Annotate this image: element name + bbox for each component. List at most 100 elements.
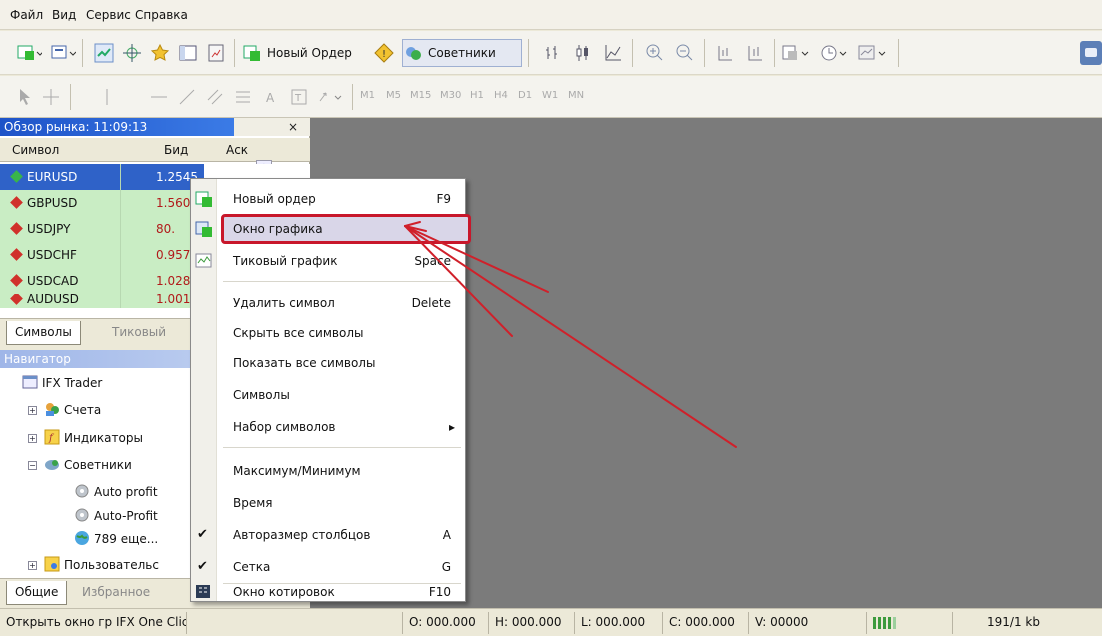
metaeditor-button[interactable]: ! — [372, 41, 396, 65]
menu-item-tick-chart[interactable]: Тиковый график Space — [191, 247, 465, 275]
collapse-icon[interactable]: − — [28, 461, 37, 470]
menu-item-label: Максимум/Минимум — [233, 464, 361, 478]
status-hint-text: Открыть окно гр — [6, 615, 113, 629]
terminal-root-icon — [22, 375, 38, 389]
menu-item-autoarrange[interactable]: ✔ Авторазмер столбцов A — [191, 521, 465, 549]
symbol-name: EURUSD — [27, 170, 78, 184]
nav-experts[interactable]: Советники — [64, 458, 132, 472]
svg-text:T: T — [294, 93, 302, 104]
profiles-button[interactable] — [48, 41, 78, 65]
menu-item-chart-window[interactable]: Окно графика — [191, 215, 465, 243]
tab-common[interactable]: Общие — [6, 581, 68, 605]
toolbar-overflow-button[interactable] — [1080, 41, 1102, 65]
nav-indicators[interactable]: Индикаторы — [64, 431, 143, 445]
menu-help[interactable]: Справка — [135, 8, 188, 22]
templates-dropdown-button[interactable] — [856, 41, 890, 65]
experts-toggle-button[interactable]: Советники — [402, 39, 522, 67]
timeframe-h1[interactable]: H1 — [470, 90, 484, 101]
column-symbol[interactable]: Символ — [12, 143, 59, 157]
expand-icon[interactable]: + — [28, 434, 37, 443]
tab-symbols[interactable]: Символы — [6, 321, 81, 345]
candlestick-button[interactable] — [570, 41, 596, 65]
autoscroll-button[interactable] — [712, 41, 738, 65]
fibonacci-button[interactable] — [232, 86, 254, 108]
menu-item-shortcut: G — [441, 560, 451, 574]
navigator-button[interactable] — [148, 41, 172, 65]
market-watch-header: Символ Бид Аск ▲ — [0, 138, 310, 176]
column-ask[interactable]: Аск — [226, 143, 248, 157]
chart-shift-button[interactable] — [742, 41, 768, 65]
tab-favorites[interactable]: Избранное — [74, 581, 158, 605]
timeframe-h4[interactable]: H4 — [494, 90, 508, 101]
nav-expert-auto-profit-2[interactable]: Auto-Profit — [94, 509, 158, 523]
nav-accounts[interactable]: Счета — [64, 403, 101, 417]
menu-item-hide-all[interactable]: Скрыть все символы — [191, 319, 465, 347]
market-watch-button[interactable] — [92, 41, 116, 65]
terminal-button[interactable] — [176, 41, 200, 65]
menu-tools[interactable]: Сервис — [86, 8, 131, 22]
text-button[interactable]: A — [260, 86, 282, 108]
menu-view[interactable]: Вид — [52, 8, 76, 22]
tab-tick-chart[interactable]: Тиковый — [104, 321, 174, 345]
menu-file[interactable]: Файл — [10, 8, 43, 22]
nav-more-experts[interactable]: 789 еще... — [94, 532, 158, 546]
strategy-tester-button[interactable] — [204, 41, 228, 65]
nav-root[interactable]: IFX Trader — [42, 376, 102, 390]
cursor-button[interactable] — [14, 86, 36, 108]
menu-item-symbols[interactable]: Символы — [191, 381, 465, 409]
crosshair-button[interactable] — [40, 86, 62, 108]
data-window-button[interactable] — [120, 41, 144, 65]
menu-item-new-order[interactable]: Новый ордер F9 — [191, 185, 465, 213]
status-one-click: IFX One Click Trading: 00/00/0000 00:00 — [116, 615, 186, 629]
timeframe-group: M1 M5 M15 M30 H1 H4 D1 W1 MN — [360, 90, 720, 106]
timeframe-w1[interactable]: W1 — [542, 90, 558, 101]
new-order-button[interactable]: Новый Ордер — [242, 39, 366, 67]
zoom-out-button[interactable] — [672, 41, 698, 65]
new-chart-button[interactable] — [14, 41, 44, 65]
zoom-out-icon — [676, 44, 693, 61]
status-high: H: 000.000 — [488, 612, 574, 634]
new-order-icon — [195, 191, 212, 207]
vertical-line-button[interactable] — [96, 86, 118, 108]
market-watch-title: Обзор рынка: 11:09:13 — [0, 118, 234, 136]
horizontal-line-button[interactable] — [148, 86, 170, 108]
timeframe-mn[interactable]: MN — [568, 90, 584, 101]
connection-bars-icon — [873, 617, 896, 629]
timeframe-m30[interactable]: M30 — [440, 90, 461, 101]
timeframe-m1[interactable]: M1 — [360, 90, 375, 101]
periods-dropdown-button[interactable] — [818, 41, 852, 65]
menu-item-show-all[interactable]: Показать все символы — [191, 349, 465, 377]
bar-chart-button[interactable] — [540, 41, 566, 65]
toolbar-separator — [774, 39, 775, 67]
close-icon[interactable]: × — [286, 120, 300, 134]
navigator-star-icon — [150, 43, 170, 61]
menu-item-time[interactable]: Время — [191, 489, 465, 517]
expand-icon[interactable]: + — [28, 406, 37, 415]
chat-icon — [1085, 48, 1097, 57]
timeframe-d1[interactable]: D1 — [518, 90, 532, 101]
connection-indicator — [866, 612, 952, 634]
arrows-dropdown-button[interactable] — [316, 86, 346, 108]
timeframe-m5[interactable]: M5 — [386, 90, 401, 101]
status-hint: Открыть окно гр IFX One Click Trading: 0… — [0, 612, 186, 634]
trendline-button[interactable] — [176, 86, 198, 108]
zoom-in-button[interactable] — [642, 41, 668, 65]
menu-item-delete-symbol[interactable]: Удалить символ Delete — [191, 289, 465, 317]
status-open: O: 000.000 — [402, 612, 488, 634]
expand-icon[interactable]: + — [28, 561, 37, 570]
check-icon: ✔ — [197, 527, 208, 542]
nav-custom-indicators[interactable]: Пользовательс — [64, 558, 159, 572]
menu-item-grid[interactable]: ✔ Сетка G — [191, 553, 465, 581]
nav-expert-auto-profit[interactable]: Auto profit — [94, 485, 158, 499]
menu-item-symbol-sets[interactable]: Набор символов ▸ — [191, 413, 465, 441]
text-label-button[interactable]: T — [288, 86, 310, 108]
menu-item-high-low[interactable]: Максимум/Минимум — [191, 457, 465, 485]
column-bid[interactable]: Бид — [164, 143, 188, 157]
indicators-dropdown-button[interactable] — [780, 41, 814, 65]
channel-button[interactable] — [204, 86, 226, 108]
menu-item-quotes-window[interactable]: Окно котировок F10 — [191, 585, 465, 603]
line-chart-button[interactable] — [600, 41, 626, 65]
timeframe-m15[interactable]: M15 — [410, 90, 431, 101]
menu-item-shortcut: A — [442, 528, 451, 542]
scripts-icon — [44, 556, 60, 572]
